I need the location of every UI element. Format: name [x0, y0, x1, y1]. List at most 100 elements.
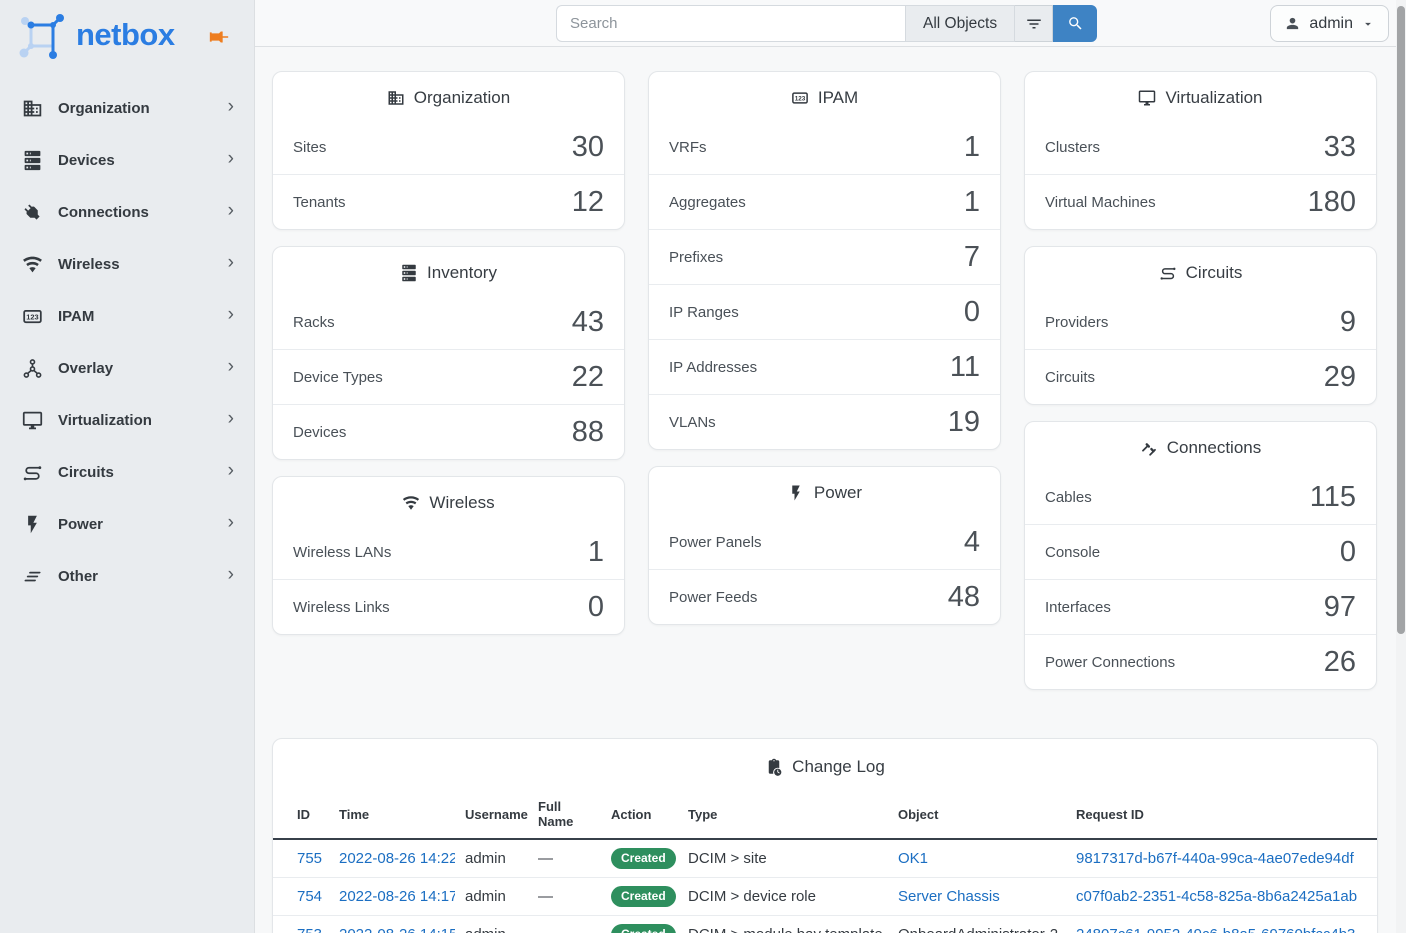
stat-value-interfaces[interactable]: 97 [1324, 588, 1356, 626]
stat-value-circuits[interactable]: 29 [1324, 358, 1356, 396]
changelog-request-id-link-cell: 24807c61-9952-49c6-b8a5-69760bfcc4b3 [1066, 916, 1377, 933]
stat-row-power-feeds: Power Feeds48 [649, 569, 1000, 624]
search-input[interactable] [556, 5, 905, 42]
sidebar-item-label: Other [58, 568, 98, 585]
search-submit-button[interactable] [1053, 5, 1097, 42]
sidebar-item-devices[interactable]: Devices› [0, 134, 254, 186]
sidebar-item-ipam[interactable]: 123IPAM› [0, 290, 254, 342]
search-group: All Objects [556, 5, 1097, 42]
main-content: OrganizationSites30Tenants12InventoryRac… [255, 47, 1406, 933]
stat-row-power-connections: Power Connections26 [1025, 634, 1376, 689]
stat-value-clusters[interactable]: 33 [1324, 128, 1356, 166]
filter-button[interactable] [1015, 5, 1053, 42]
changelog-username: admin [465, 888, 506, 905]
stat-value-vrfs[interactable]: 1 [964, 128, 980, 166]
sidebar-item-virtualization[interactable]: Virtualization› [0, 394, 254, 446]
changelog-time-link-cell: 2022-08-26 14:15 [329, 916, 455, 933]
logo-wordmark[interactable]: netbox [76, 17, 175, 53]
card-title: Power [649, 467, 1000, 515]
sidebar-item-power[interactable]: Power› [0, 498, 254, 550]
changelog-request-id-link[interactable]: 9817317d-b67f-440a-99ca-4ae07ede94df [1076, 850, 1354, 867]
chevron-right-icon: › [228, 513, 234, 535]
netbox-logo-icon[interactable] [16, 10, 68, 60]
connections-card: ConnectionsCables115Console0Interfaces97… [1024, 421, 1377, 690]
stat-label: Aggregates [669, 194, 746, 211]
stat-value-wireless-lans[interactable]: 1 [588, 533, 604, 571]
changelog-id-link[interactable]: 754 [297, 888, 322, 905]
stat-label: IP Addresses [669, 359, 757, 376]
pin-sidebar-button[interactable] [208, 26, 230, 48]
sidebar-item-label: Virtualization [58, 412, 152, 429]
card-title-text: Organization [414, 88, 510, 108]
user-menu-label: admin [1309, 15, 1353, 33]
sidebar-item-label: Devices [58, 152, 115, 169]
stat-card-columns: OrganizationSites30Tenants12InventoryRac… [272, 71, 1378, 706]
stat-value-cables[interactable]: 115 [1310, 478, 1356, 516]
stat-label: Providers [1045, 314, 1108, 331]
stat-value-virtual-machines[interactable]: 180 [1308, 183, 1356, 221]
sidebar-item-other[interactable]: Other › [0, 550, 254, 602]
scrollbar-thumb[interactable] [1397, 6, 1405, 634]
changelog-type-cell: DCIM > module bay template [678, 916, 888, 933]
changelog-object-link[interactable]: OK1 [898, 850, 928, 867]
stat-value-prefixes[interactable]: 7 [964, 238, 980, 276]
cable-icon [1140, 439, 1158, 457]
card-title: Connections [1025, 422, 1376, 470]
sidebar-item-overlay[interactable]: Overlay› [0, 342, 254, 394]
stat-value-power-feeds[interactable]: 48 [948, 578, 980, 616]
stat-value-sites[interactable]: 30 [572, 128, 604, 166]
stat-value-aggregates[interactable]: 1 [964, 183, 980, 221]
changelog-full-name-cell: — [528, 878, 601, 916]
user-menu-button[interactable]: admin [1270, 5, 1389, 42]
stat-value-power-connections[interactable]: 26 [1324, 643, 1356, 681]
sidebar-item-circuits[interactable]: Circuits› [0, 446, 254, 498]
changelog-request-id-link[interactable]: c07f0ab2-2351-4c58-825a-8b6a2425a1ab [1076, 888, 1357, 905]
sidebar-item-organization[interactable]: Organization› [0, 82, 254, 134]
rack-icon [400, 264, 418, 282]
changelog-username: admin [465, 926, 506, 933]
changelog-object: OnboardAdministrator-2 [898, 926, 1058, 933]
sidebar-item-connections[interactable]: Connections› [0, 186, 254, 238]
sidebar-item-label: Circuits [58, 464, 114, 481]
counter-icon: 123 [22, 306, 43, 327]
object-type-select-label: All Objects [923, 15, 997, 33]
changelog-col-request-id: Request ID [1066, 789, 1377, 839]
svg-text:123: 123 [795, 96, 806, 103]
object-type-select[interactable]: All Objects [905, 5, 1015, 42]
changelog-time-link[interactable]: 2022-08-26 14:22 [339, 850, 455, 867]
card-column: 123IPAMVRFs1Aggregates1Prefixes7IP Range… [648, 71, 1001, 641]
sidebar-item-label: Overlay [58, 360, 113, 377]
chevron-right-icon: › [228, 565, 234, 587]
monitor-icon [22, 410, 43, 431]
changelog-action-cell: Created [601, 916, 678, 933]
changelog-time-link[interactable]: 2022-08-26 14:17 [339, 888, 455, 905]
circuits-card: CircuitsProviders9Circuits29 [1024, 246, 1377, 405]
stat-row-vrfs: VRFs1 [649, 120, 1000, 174]
chevron-right-icon: › [228, 97, 234, 119]
changelog-id-link-cell: 755 [273, 839, 329, 878]
stat-value-device-types[interactable]: 22 [572, 358, 604, 396]
stat-value-tenants[interactable]: 12 [572, 183, 604, 221]
changelog-time-link[interactable]: 2022-08-26 14:15 [339, 926, 455, 933]
sidebar-item-wireless[interactable]: Wireless› [0, 238, 254, 290]
power-card: PowerPower Panels4Power Feeds48 [648, 466, 1001, 625]
changelog-type-cell: DCIM > site [678, 839, 888, 878]
stat-value-console[interactable]: 0 [1340, 533, 1356, 571]
stat-value-ip-addresses[interactable]: 11 [950, 348, 980, 386]
chevron-right-icon: › [228, 253, 234, 275]
stat-value-wireless-links[interactable]: 0 [588, 588, 604, 626]
stat-value-racks[interactable]: 43 [572, 303, 604, 341]
changelog-type: DCIM > module bay template [688, 926, 883, 933]
stat-value-devices[interactable]: 88 [572, 413, 604, 451]
changelog-request-id-link[interactable]: 24807c61-9952-49c6-b8a5-69760bfcc4b3 [1076, 926, 1355, 933]
changelog-id-link[interactable]: 755 [297, 850, 322, 867]
chevron-right-icon: › [228, 305, 234, 327]
stat-value-power-panels[interactable]: 4 [964, 523, 980, 561]
stat-value-providers[interactable]: 9 [1340, 303, 1356, 341]
changelog-time-link-cell: 2022-08-26 14:17 [329, 878, 455, 916]
building-icon [387, 89, 405, 107]
changelog-id-link[interactable]: 753 [297, 926, 322, 933]
stat-value-ip-ranges[interactable]: 0 [964, 293, 980, 331]
changelog-object-link[interactable]: Server Chassis [898, 888, 1000, 905]
stat-value-vlans[interactable]: 19 [948, 403, 980, 441]
